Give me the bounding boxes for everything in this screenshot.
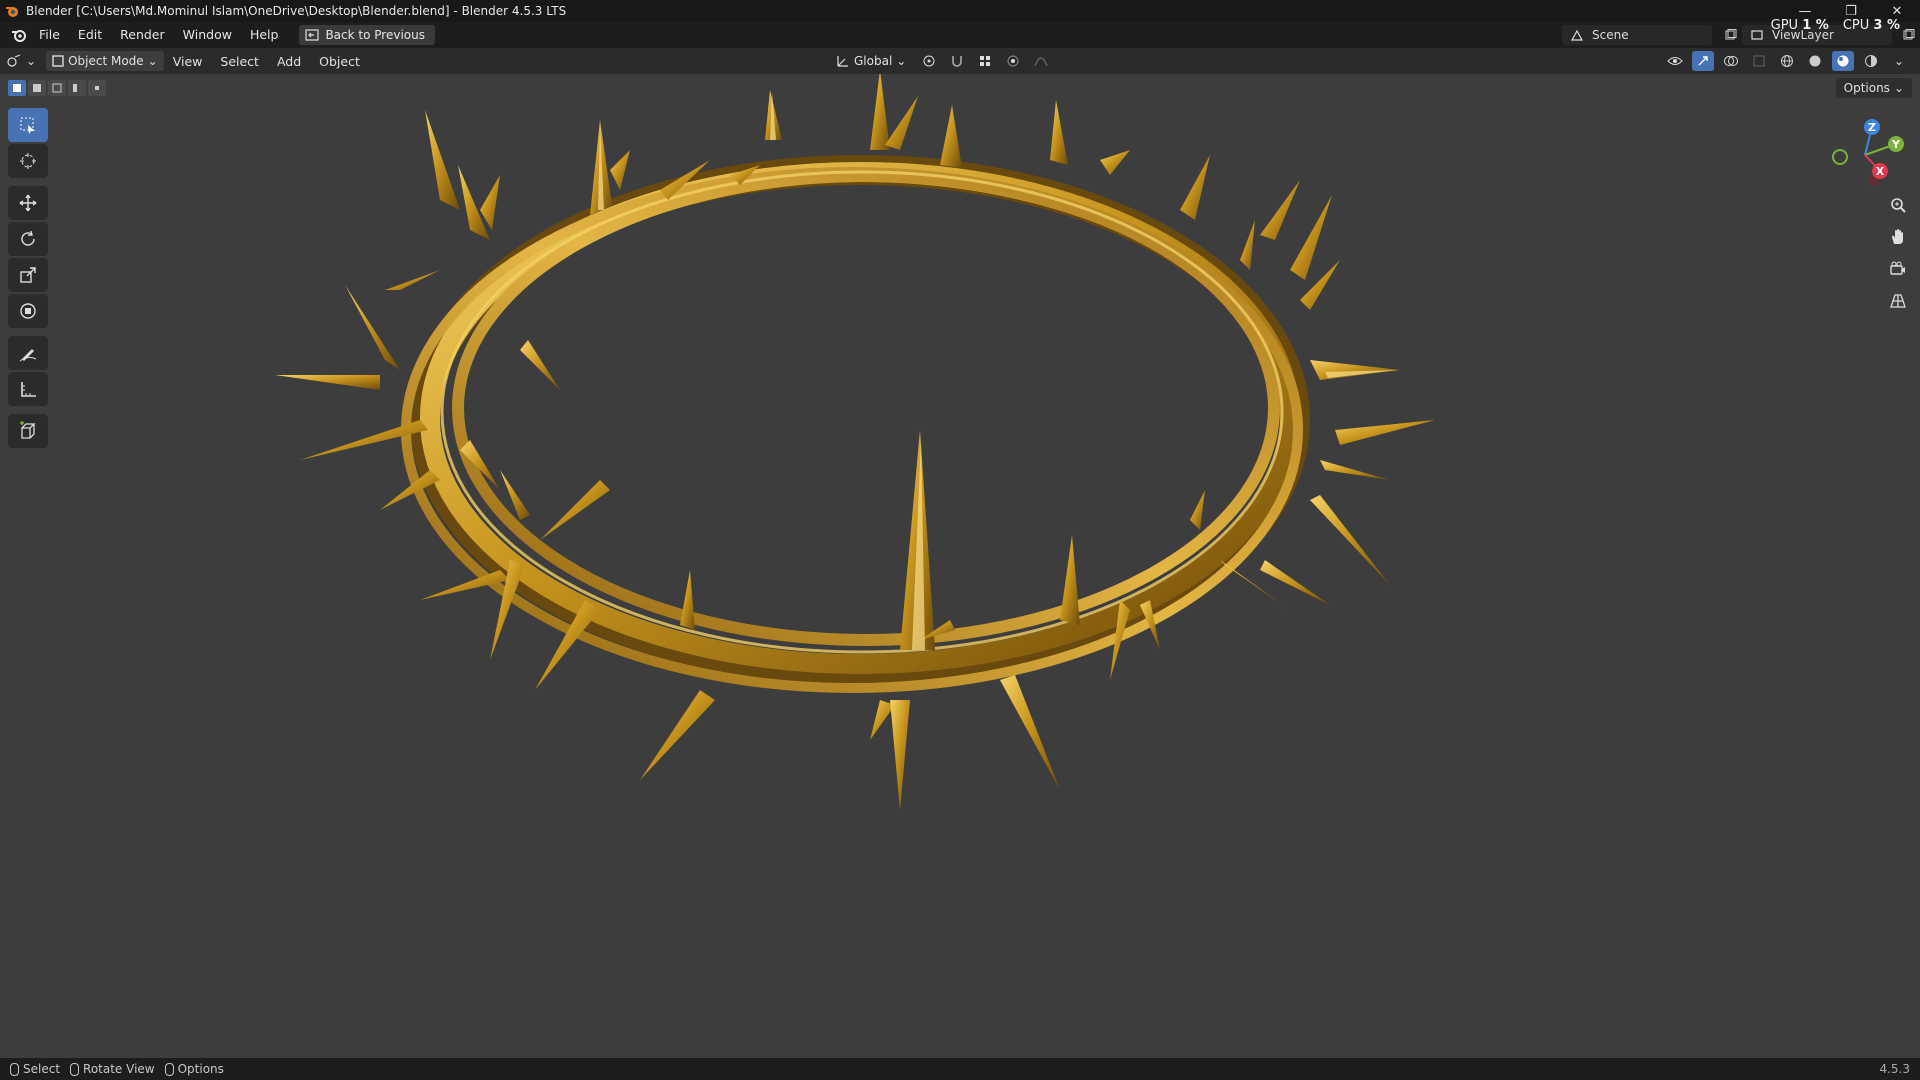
view-layer-icon [1751, 30, 1763, 40]
transform-tool-icon[interactable] [8, 294, 48, 328]
zoom-view-icon[interactable] [1884, 192, 1912, 218]
status-options-hint: Options [164, 1062, 224, 1076]
add-cube-tool-icon[interactable] [8, 414, 48, 448]
cursor-tool-icon[interactable] [8, 144, 48, 178]
transform-orientation-dropdown[interactable]: Global ⌄ [830, 51, 912, 71]
mouse-right-icon [164, 1062, 174, 1076]
chevron-down-icon: ⌄ [896, 54, 907, 68]
blender-menu-icon[interactable] [8, 24, 30, 46]
gizmo-toggle-icon[interactable] [1692, 51, 1714, 71]
mouse-left-icon [10, 1062, 19, 1076]
move-tool-icon[interactable] [8, 186, 48, 220]
menu-edit[interactable]: Edit [69, 22, 111, 48]
rotate-tool-icon[interactable] [8, 222, 48, 256]
gpu-value: 1 % [1802, 18, 1829, 33]
menu-select[interactable]: Select [211, 54, 268, 69]
wireframe-shading-icon[interactable] [1776, 51, 1798, 71]
gizmo-z-label: Z [1868, 121, 1876, 134]
camera-view-icon[interactable] [1884, 256, 1912, 282]
solid-shading-icon[interactable] [1804, 51, 1826, 71]
mouse-middle-icon [70, 1062, 80, 1076]
select-box-tool-icon[interactable] [8, 108, 48, 142]
new-view-layer-icon[interactable] [1898, 25, 1920, 45]
cpu-value: 3 % [1873, 18, 1900, 33]
gizmo-y-label: Y [1891, 138, 1901, 151]
menu-help[interactable]: Help [241, 22, 288, 48]
chevron-down-icon: ⌄ [26, 54, 37, 68]
3d-viewport[interactable] [0, 74, 1920, 1058]
scene-icon [1570, 29, 1584, 41]
object-mode-label: Object Mode [68, 54, 144, 68]
gpu-label: GPU [1770, 18, 1799, 33]
crown-of-thorns-object[interactable] [275, 74, 1435, 810]
object-mode-icon [52, 55, 64, 67]
status-rotate-label: Rotate View [83, 1062, 155, 1076]
menu-add[interactable]: Add [268, 54, 310, 69]
navigation-gizmo[interactable]: Z Y X [1820, 110, 1910, 200]
proportional-editing-icon[interactable] [1002, 51, 1024, 71]
menu-render[interactable]: Render [111, 22, 174, 48]
status-rotate-hint: Rotate View [70, 1062, 155, 1076]
blender-app-icon [4, 3, 20, 19]
viewport-editor-icon [7, 54, 21, 67]
overlays-icon[interactable] [1720, 51, 1742, 71]
hardware-stats: GPU 1 % CPU 3 % [1771, 18, 1900, 33]
transform-orientation-label: Global [854, 54, 893, 68]
menu-object[interactable]: Object [310, 54, 369, 69]
tool-shelf [8, 108, 48, 448]
falloff-icon[interactable] [1030, 51, 1052, 71]
new-scene-icon[interactable] [1720, 25, 1742, 45]
material-preview-shading-icon[interactable] [1832, 51, 1854, 71]
chevron-down-icon: ⌄ [147, 54, 158, 68]
back-to-previous-button[interactable]: Back to Previous [299, 25, 435, 45]
gizmo-x-label: X [1876, 165, 1885, 178]
visibility-icon[interactable] [1664, 51, 1686, 71]
annotate-tool-icon[interactable] [8, 336, 48, 370]
status-select-hint: Select [10, 1062, 60, 1076]
menu-view[interactable]: View [164, 54, 212, 69]
shading-options-chevron-icon[interactable]: ⌄ [1888, 51, 1910, 71]
scene-name: Scene [1592, 28, 1629, 42]
menu-file[interactable]: File [30, 22, 69, 48]
status-bar: Select Rotate View Options 4.5.3 [0, 1058, 1920, 1080]
perspective-toggle-grid-icon[interactable] [1884, 288, 1912, 314]
snap-target-icon[interactable] [974, 51, 996, 71]
snap-toggle-icon[interactable] [946, 51, 968, 71]
xray-toggle-icon[interactable] [1748, 51, 1770, 71]
window-title: Blender [C:\Users\Md.Mominul Islam\OneDr… [26, 4, 567, 18]
measure-tool-icon[interactable] [8, 372, 48, 406]
object-mode-dropdown[interactable]: Object Mode ⌄ [46, 51, 164, 71]
pan-view-hand-icon[interactable] [1884, 224, 1912, 250]
pivot-point-icon[interactable] [918, 51, 940, 71]
window-titlebar: Blender [C:\Users\Md.Mominul Islam\OneDr… [0, 0, 1920, 22]
cpu-label: CPU [1842, 18, 1870, 33]
menu-window[interactable]: Window [174, 22, 241, 48]
gizmo-neg-y-icon[interactable] [1832, 149, 1848, 165]
status-options-label: Options [177, 1062, 224, 1076]
editor-type-selector[interactable]: ⌄ [0, 51, 42, 71]
status-select-label: Select [23, 1062, 61, 1076]
orientation-icon [837, 56, 848, 67]
scale-tool-icon[interactable] [8, 258, 48, 292]
rendered-shading-icon[interactable] [1860, 51, 1882, 71]
scene-selector[interactable]: Scene [1562, 25, 1712, 45]
back-to-previous-label: Back to Previous [325, 28, 425, 42]
back-icon [305, 29, 320, 41]
blender-version: 4.5.3 [1879, 1062, 1910, 1076]
